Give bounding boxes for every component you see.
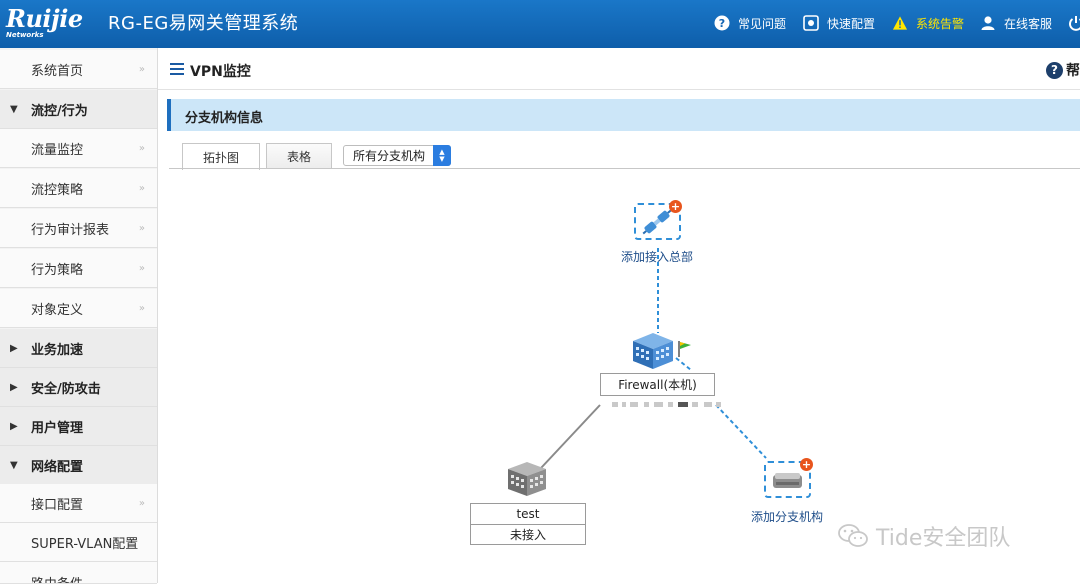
add-hq-label[interactable]: 添加接入总部 — [621, 248, 693, 265]
sidebar-item-super-vlan[interactable]: SUPER-VLAN配置 — [0, 523, 157, 562]
sidebar-group-network-config[interactable]: ▼ 网络配置 — [0, 446, 157, 485]
triangle-right-icon: ▶ — [10, 381, 18, 393]
sidebar-item-home[interactable]: 系统首页 » — [0, 50, 157, 89]
link-branch-add — [715, 404, 767, 459]
system-title-reflection: RG-EG易网关管理系统 — [108, 18, 299, 29]
sidebar-item-traffic-monitor[interactable]: 流量监控 » — [0, 129, 157, 168]
chevron-right-icon: » — [138, 182, 145, 194]
main-content: VPN监控 ? 帮 分支机构信息 拓扑图 表格 所有分支机构 ▲ ▼ + 添加接… — [158, 48, 1080, 583]
branch-name-box[interactable]: test — [470, 503, 586, 525]
ruijie-logo: Ruijie Networks — [6, 4, 83, 39]
triangle-right-icon: ▶ — [10, 342, 18, 354]
triangle-right-icon: ▶ — [10, 420, 18, 432]
masked-ip-address — [612, 400, 722, 409]
branch-status-box: 未接入 — [470, 524, 586, 545]
warning-triangle-icon — [892, 15, 908, 31]
wechat-icon — [838, 524, 868, 547]
chevron-right-icon: » — [138, 222, 145, 234]
sidebar-item-flow-policy[interactable]: 流控策略 » — [0, 169, 157, 208]
topology-diagram: + 添加接入总部 Firewall(本机) test 未接入 + 添加分支机构 — [158, 48, 1080, 583]
triangle-down-icon: ▼ — [10, 103, 18, 115]
triangle-down-icon: ▼ — [10, 459, 18, 471]
chevron-right-icon: » — [138, 497, 145, 509]
sidebar-item-object-definition[interactable]: 对象定义 » — [0, 289, 157, 328]
settings-box-icon — [803, 15, 819, 31]
flag-icon — [678, 341, 691, 357]
sidebar-group-user-management[interactable]: ▶ 用户管理 — [0, 407, 157, 446]
building-gray-icon — [508, 462, 546, 496]
topology-links — [540, 248, 767, 469]
watermark: Tide安全团队 — [838, 520, 1010, 552]
user-icon — [980, 15, 996, 31]
chevron-right-icon: » — [138, 63, 145, 75]
sidebar-group-acceleration[interactable]: ▶ 业务加速 — [0, 329, 157, 368]
quick-config-link[interactable]: 快速配置 — [803, 14, 875, 32]
chevron-right-icon: » — [138, 262, 145, 274]
sidebar: 系统首页 » ▼ 流控/行为 流量监控 » 流控策略 » 行为审计报表 » 行为… — [0, 48, 158, 584]
system-alarm-link[interactable]: 系统告警 — [892, 14, 964, 32]
plus-badge-icon: + — [669, 200, 682, 213]
top-header: Ruijie Networks RG-EG易网关管理系统 RG-EG易网关管理系… — [0, 0, 1080, 48]
sidebar-item-routing[interactable]: 路由条件 — [0, 562, 157, 584]
online-support-link[interactable]: 在线客服 — [980, 14, 1052, 32]
power-icon — [1068, 15, 1080, 31]
sidebar-item-audit-report[interactable]: 行为审计报表 » — [0, 209, 157, 248]
firewall-node-label[interactable]: Firewall(本机) — [600, 373, 715, 396]
sidebar-group-security[interactable]: ▶ 安全/防攻击 — [0, 368, 157, 407]
chevron-right-icon: » — [138, 302, 145, 314]
faq-link[interactable]: ? 常见问题 — [714, 14, 786, 32]
plus-badge-icon: + — [800, 458, 813, 471]
sidebar-group-flow-behavior[interactable]: ▼ 流控/行为 — [0, 90, 157, 129]
sidebar-item-behavior-policy[interactable]: 行为策略 » — [0, 249, 157, 288]
question-circle-icon: ? — [714, 15, 730, 31]
sidebar-item-interface-config[interactable]: 接口配置 » — [0, 484, 157, 523]
power-button[interactable] — [1068, 14, 1080, 32]
building-icon — [633, 333, 673, 369]
chevron-right-icon: » — [138, 142, 145, 154]
add-branch-label[interactable]: 添加分支机构 — [751, 508, 823, 525]
svg-text:?: ? — [719, 17, 725, 30]
